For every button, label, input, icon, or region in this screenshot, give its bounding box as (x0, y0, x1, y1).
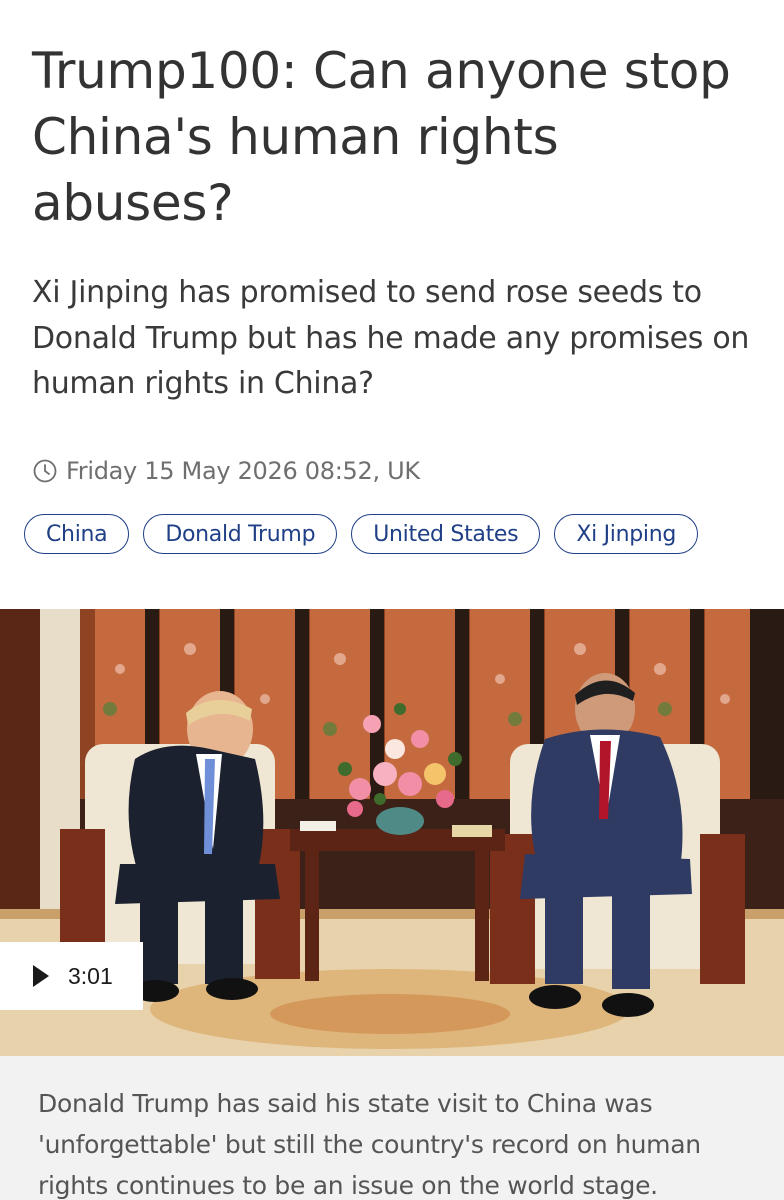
clock-icon (32, 458, 58, 484)
tag-donald-trump[interactable]: Donald Trump (143, 514, 338, 554)
dateline-text: Friday 15 May 2026 08:52, UK (66, 457, 420, 485)
image-caption: Donald Trump has said his state visit to… (38, 1089, 701, 1200)
article-headline: Trump100: Can anyone stop China's human … (32, 42, 731, 232)
tag-china[interactable]: China (24, 514, 130, 554)
tag-xi-jinping[interactable]: Xi Jinping (554, 514, 699, 554)
article-dateline: Friday 15 May 2026 08:52, UK (32, 454, 420, 488)
article-standfirst: Xi Jinping has promised to send rose see… (32, 275, 750, 401)
play-icon (32, 964, 50, 988)
tag-united-states[interactable]: United States (351, 514, 541, 554)
video-duration-badge[interactable]: 3:01 (0, 942, 143, 1010)
video-duration: 3:01 (68, 962, 113, 989)
topic-tags: China Donald Trump United States Xi Jinp… (24, 514, 699, 554)
